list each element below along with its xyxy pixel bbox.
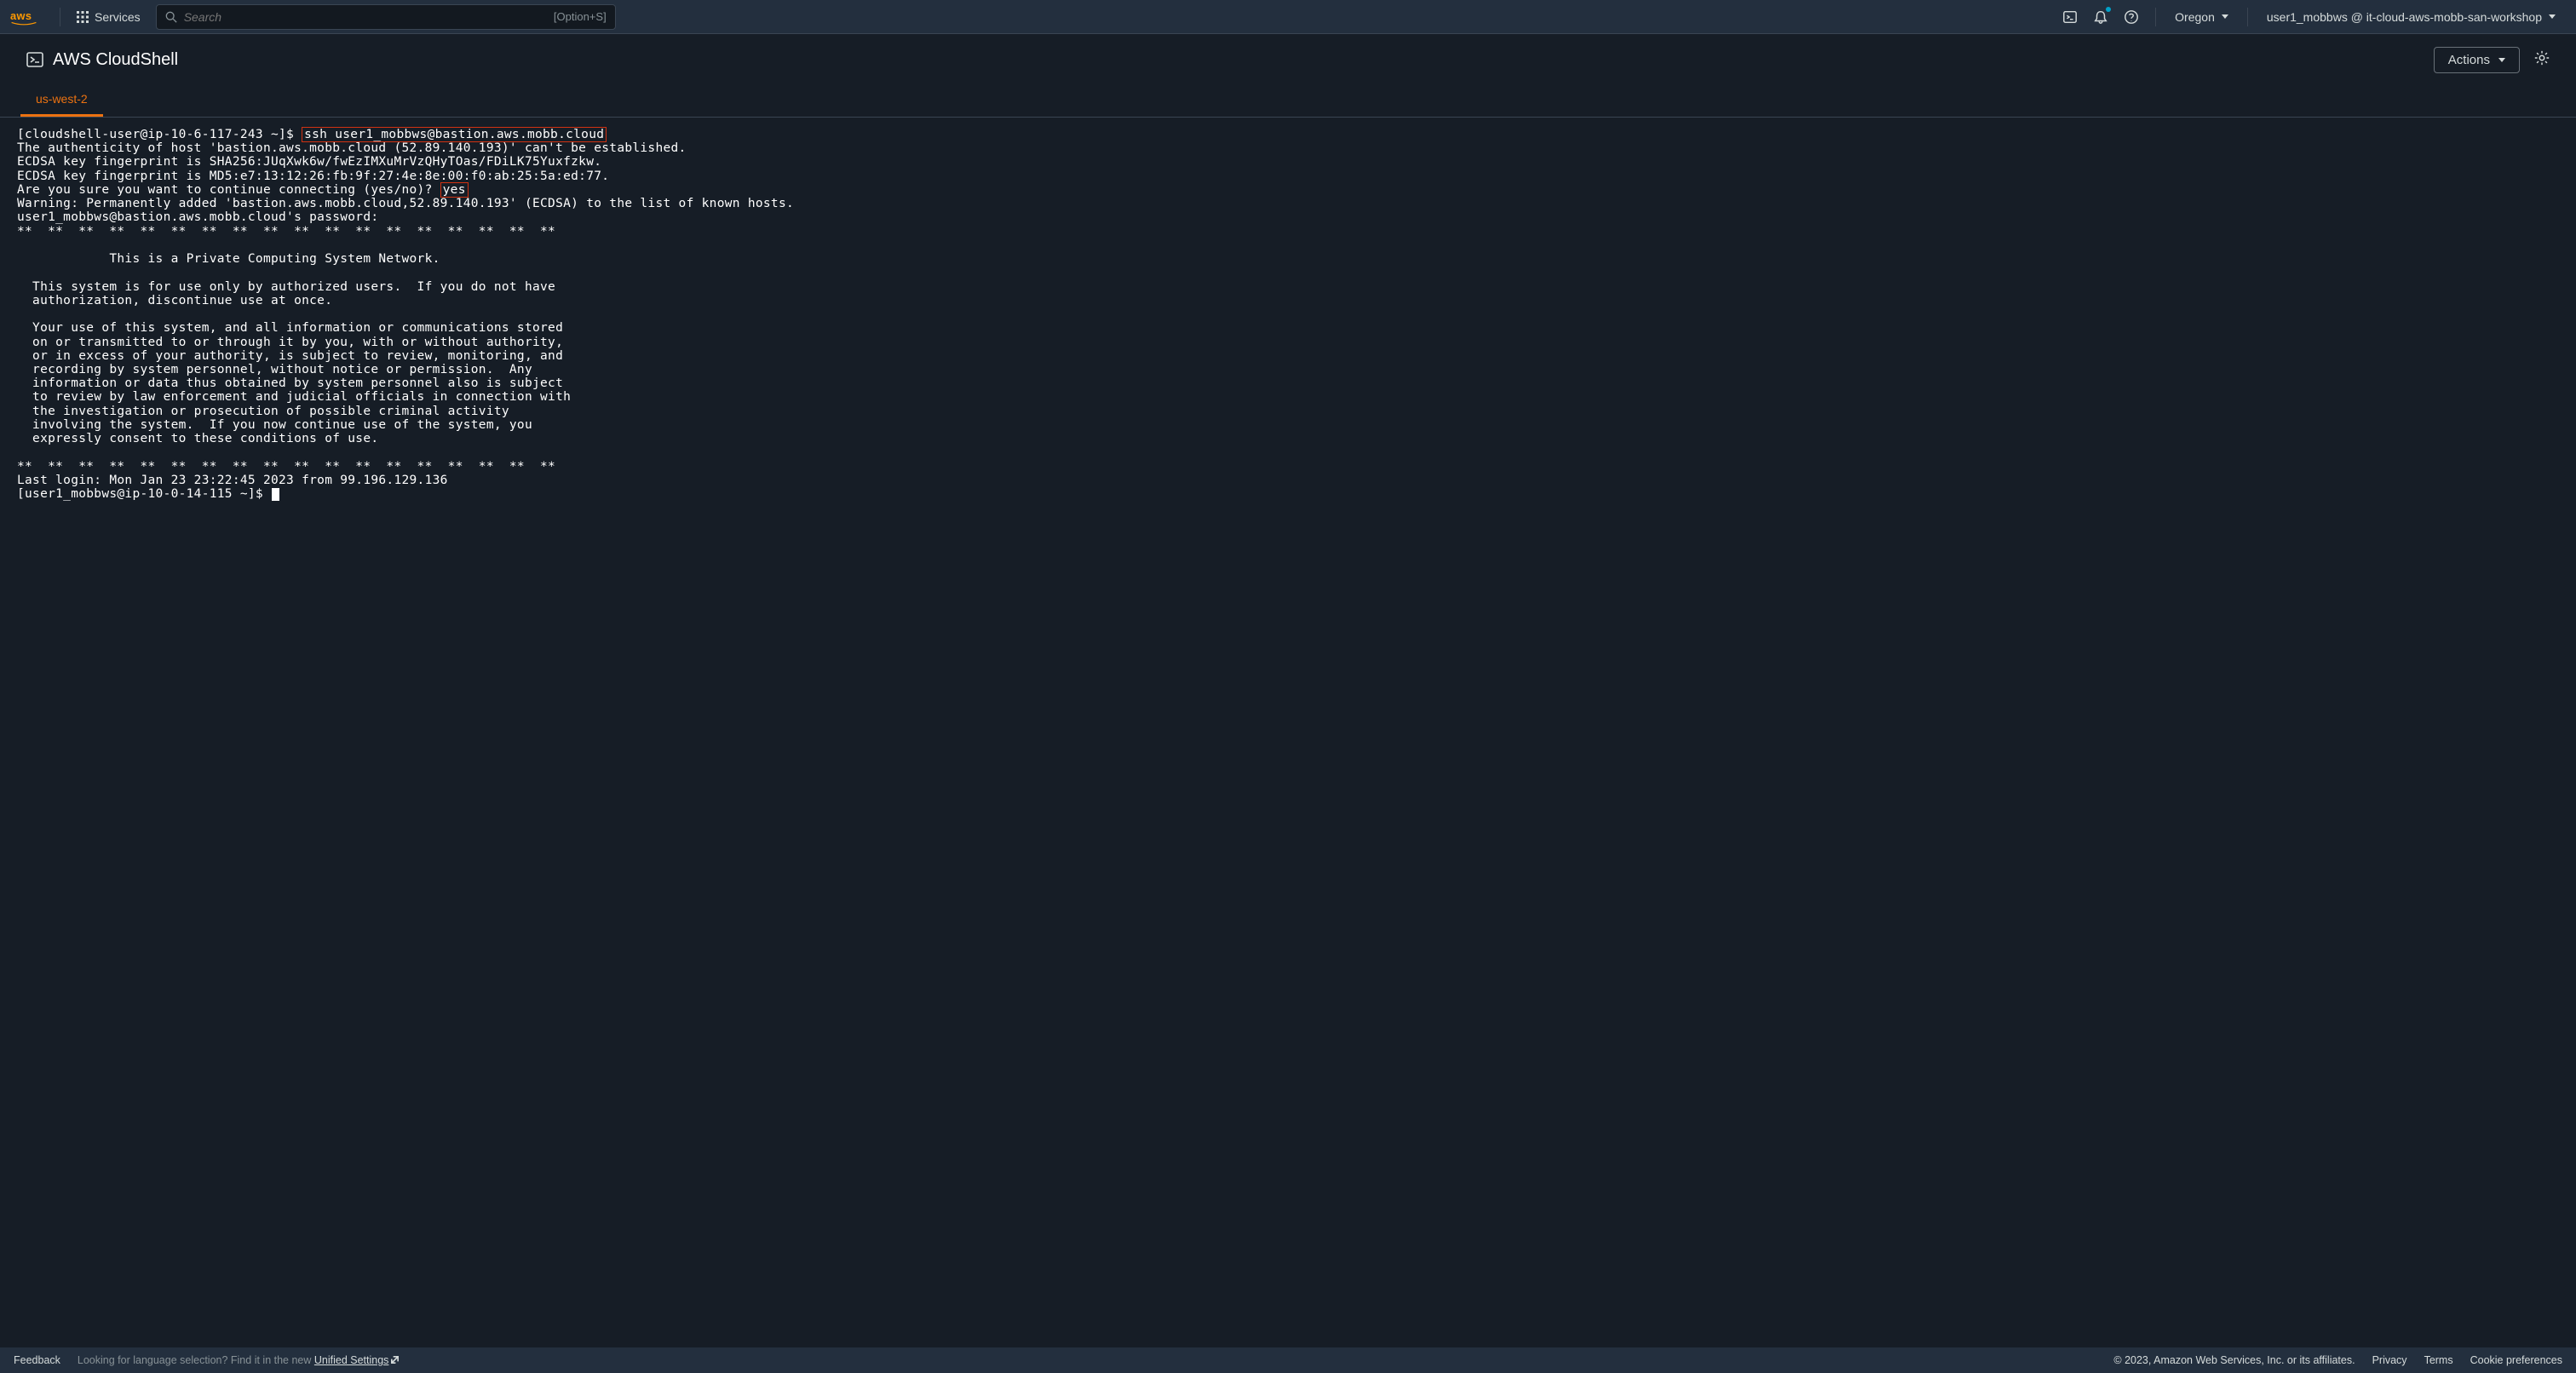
terminal-line: ECDSA key fingerprint is SHA256:JUqXwk6w… bbox=[17, 155, 601, 169]
notifications-button[interactable] bbox=[2085, 2, 2116, 32]
terminal-line: ECDSA key fingerprint is MD5:e7:13:12:26… bbox=[17, 169, 609, 183]
prompt: [cloudshell-user@ip-10-6-117-243 ~]$ bbox=[17, 128, 302, 141]
help-button[interactable] bbox=[2116, 2, 2147, 32]
terminal-line: Warning: Permanently added 'bastion.aws.… bbox=[17, 197, 794, 210]
chevron-down-icon bbox=[2222, 14, 2228, 19]
terminal-line: authorization, discontinue use at once. bbox=[17, 294, 332, 307]
search-icon bbox=[165, 11, 177, 23]
region-label: Oregon bbox=[2175, 10, 2215, 24]
search-input[interactable] bbox=[184, 10, 554, 24]
terminal-line: ** ** ** ** ** ** ** ** ** ** ** ** ** *… bbox=[17, 225, 555, 238]
page-title: AWS CloudShell bbox=[26, 50, 178, 70]
tab-us-west-2[interactable]: us-west-2 bbox=[20, 85, 103, 117]
search-shortcut-hint: [Option+S] bbox=[554, 10, 607, 23]
terminal-line: Your use of this system, and all informa… bbox=[17, 321, 563, 335]
page-title-text: AWS CloudShell bbox=[53, 50, 178, 70]
language-hint: Looking for language selection? Find it … bbox=[78, 1354, 400, 1366]
terminal-line: on or transmitted to or through it by yo… bbox=[17, 336, 563, 349]
feedback-link[interactable]: Feedback bbox=[14, 1354, 60, 1366]
terminal-line: Are you sure you want to continue connec… bbox=[17, 183, 440, 197]
external-link-icon bbox=[390, 1355, 400, 1364]
terminal-line: the investigation or prosecution of poss… bbox=[17, 405, 509, 418]
svg-text:aws: aws bbox=[10, 9, 32, 22]
highlighted-yes: yes bbox=[440, 182, 469, 198]
cookie-preferences-link[interactable]: Cookie preferences bbox=[2470, 1354, 2562, 1366]
terminal-line: This system is for use only by authorize… bbox=[17, 280, 555, 294]
terminal-line: user1_mobbws@bastion.aws.mobb.cloud's pa… bbox=[17, 210, 378, 224]
aws-logo[interactable]: aws bbox=[10, 9, 37, 26]
terminal-output[interactable]: [cloudshell-user@ip-10-6-117-243 ~]$ ssh… bbox=[0, 118, 2576, 1347]
top-navigation: aws Services [Option+S] Oregon user1_mob… bbox=[0, 0, 2576, 34]
services-menu[interactable]: Services bbox=[69, 7, 147, 27]
terminal-line: The authenticity of host 'bastion.aws.mo… bbox=[17, 141, 687, 155]
privacy-link[interactable]: Privacy bbox=[2372, 1354, 2407, 1366]
region-selector[interactable]: Oregon bbox=[2165, 2, 2239, 32]
terminal-line: expressly consent to these conditions of… bbox=[17, 432, 378, 445]
terminal-cursor bbox=[272, 488, 279, 501]
terminal-line: information or data thus obtained by sys… bbox=[17, 376, 563, 390]
gear-icon bbox=[2533, 49, 2550, 66]
actions-label: Actions bbox=[2448, 53, 2490, 67]
actions-button[interactable]: Actions bbox=[2434, 47, 2520, 73]
chevron-down-icon bbox=[2498, 58, 2505, 62]
search-box[interactable]: [Option+S] bbox=[156, 4, 616, 30]
services-label: Services bbox=[95, 10, 141, 24]
cloudshell-icon bbox=[26, 50, 44, 69]
grid-icon bbox=[76, 10, 89, 24]
terminal-line: to review by law enforcement and judicia… bbox=[17, 390, 571, 404]
chevron-down-icon bbox=[2549, 14, 2556, 19]
terminal-line: ** ** ** ** ** ** ** ** ** ** ** ** ** *… bbox=[17, 460, 555, 474]
prompt: [user1_mobbws@ip-10-0-14-115 ~]$ bbox=[17, 487, 271, 501]
notification-indicator bbox=[2106, 7, 2111, 12]
terms-link[interactable]: Terms bbox=[2424, 1354, 2453, 1366]
terminal-line: recording by system personnel, without n… bbox=[17, 363, 532, 376]
account-label: user1_mobbws @ it-cloud-aws-mobb-san-wor… bbox=[2267, 10, 2542, 24]
divider bbox=[2155, 8, 2156, 26]
settings-button[interactable] bbox=[2533, 49, 2550, 71]
region-tabs: us-west-2 bbox=[0, 85, 2576, 118]
unified-settings-link[interactable]: Unified Settings bbox=[314, 1354, 389, 1366]
terminal-line: This is a Private Computing System Netwo… bbox=[17, 252, 440, 266]
page-header: AWS CloudShell Actions bbox=[0, 34, 2576, 85]
footer: Feedback Looking for language selection?… bbox=[0, 1347, 2576, 1373]
account-menu[interactable]: user1_mobbws @ it-cloud-aws-mobb-san-wor… bbox=[2257, 2, 2566, 32]
highlighted-ssh-command: ssh user1_mobbws@bastion.aws.mobb.cloud bbox=[302, 127, 607, 142]
terminal-line: Last login: Mon Jan 23 23:22:45 2023 fro… bbox=[17, 474, 448, 487]
divider bbox=[2247, 8, 2248, 26]
copyright: © 2023, Amazon Web Services, Inc. or its… bbox=[2113, 1354, 2355, 1366]
cloudshell-icon-button[interactable] bbox=[2055, 2, 2085, 32]
terminal-line: involving the system. If you now continu… bbox=[17, 418, 532, 432]
terminal-line: or in excess of your authority, is subje… bbox=[17, 349, 563, 363]
